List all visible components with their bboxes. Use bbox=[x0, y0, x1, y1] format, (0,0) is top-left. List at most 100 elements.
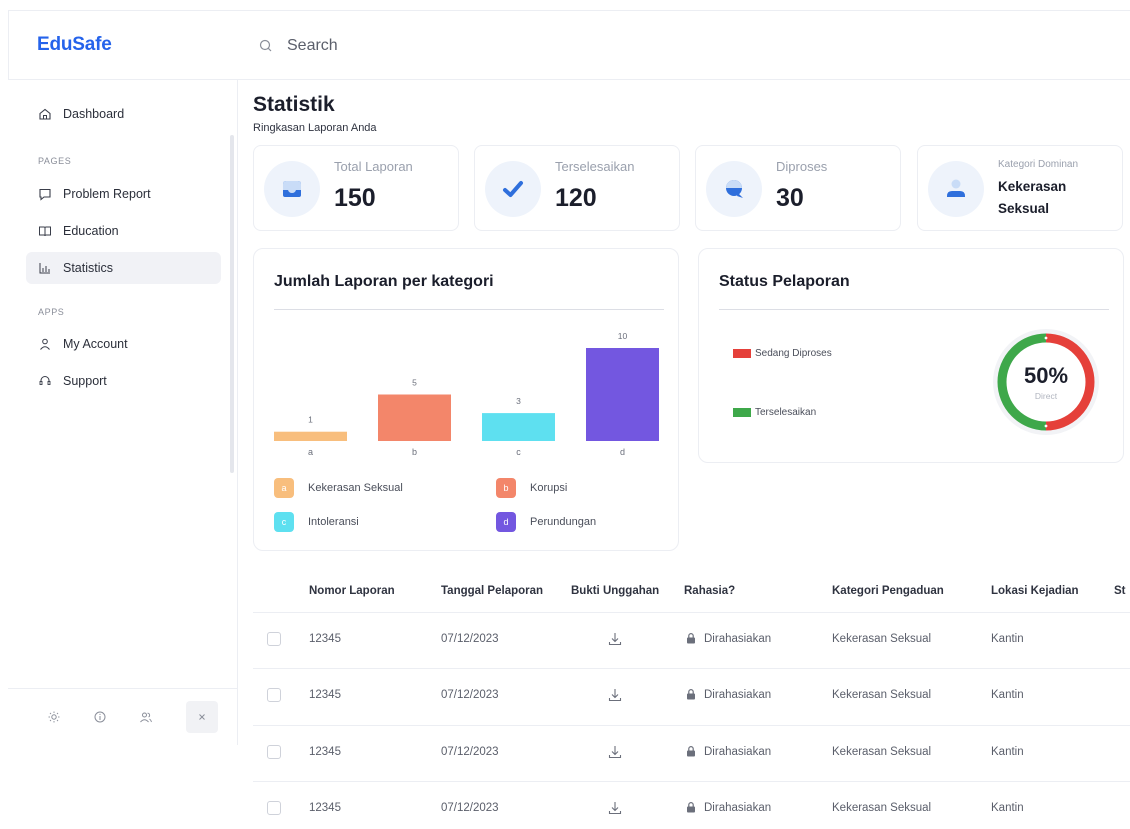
stat-value: 150 bbox=[334, 184, 376, 212]
legend-label: Sedang Diproses bbox=[755, 348, 832, 359]
check-icon bbox=[503, 181, 523, 197]
legend-key: b bbox=[503, 483, 509, 493]
legend-key: a bbox=[281, 483, 287, 493]
row-checkbox[interactable] bbox=[267, 801, 281, 815]
section-heading-apps: APPS bbox=[38, 307, 65, 317]
page-subtitle: Ringkasan Laporan Anda bbox=[253, 122, 377, 134]
legend-label: Terselesaikan bbox=[755, 407, 817, 418]
cell-kategori: Kekerasan Seksual bbox=[832, 633, 932, 645]
bar-value-label: 10 bbox=[618, 331, 628, 341]
cell-tanggal: 07/12/2023 bbox=[441, 633, 499, 645]
column-header[interactable]: Bukti Unggahan bbox=[571, 585, 659, 597]
search-bar[interactable] bbox=[249, 31, 669, 61]
cell-rahasia: Dirahasiakan bbox=[704, 689, 772, 701]
download-icon[interactable] bbox=[607, 800, 623, 816]
stat-value: Kekerasan Seksual bbox=[998, 179, 1067, 216]
chat-bubble-icon bbox=[726, 180, 743, 198]
sidebar-item-my-account[interactable]: My Account bbox=[26, 328, 221, 360]
stat-icon-wrap bbox=[928, 161, 984, 217]
column-header[interactable]: Lokasi Kejadian bbox=[991, 585, 1079, 597]
bar-c[interactable] bbox=[482, 413, 555, 441]
sidebar-scrollbar[interactable] bbox=[230, 135, 234, 473]
stat-card-completed: Terselesaikan 120 bbox=[474, 145, 680, 231]
chart-icon bbox=[39, 263, 50, 274]
legend-item-completed: Terselesaikan bbox=[733, 407, 816, 418]
sidebar-item-label: Dashboard bbox=[63, 107, 125, 121]
cell-lokasi: Kantin bbox=[991, 802, 1024, 814]
legend-item-b: b Korupsi bbox=[496, 478, 567, 498]
sidebar-item-dashboard[interactable]: Dashboard bbox=[26, 98, 221, 130]
donut-caption: Direct bbox=[1034, 391, 1058, 401]
table-row[interactable]: 12345 07/12/2023 Dirahasiakan Kekerasan … bbox=[253, 612, 1130, 668]
row-checkbox[interactable] bbox=[267, 745, 281, 759]
donut-marker bbox=[1044, 336, 1048, 340]
column-header[interactable]: Kategori Pengaduan bbox=[832, 585, 944, 597]
stat-label: Total Laporan bbox=[334, 159, 413, 174]
legend-swatch: d bbox=[496, 512, 516, 532]
bar-category-label: c bbox=[516, 447, 521, 457]
stat-label: Terselesaikan bbox=[555, 159, 635, 174]
info-button[interactable] bbox=[88, 705, 112, 729]
legend-label: Perundungan bbox=[530, 516, 597, 528]
theme-toggle-button[interactable] bbox=[42, 705, 66, 729]
sidebar-item-label: Statistics bbox=[63, 261, 114, 275]
cell-lokasi: Kantin bbox=[991, 689, 1024, 701]
legend-item-a: a Kekerasan Seksual bbox=[274, 478, 403, 498]
donut-value: 50% bbox=[1023, 363, 1069, 388]
cell-kategori: Kekerasan Seksual bbox=[832, 802, 932, 814]
legend-key: c bbox=[281, 517, 287, 527]
download-icon[interactable] bbox=[607, 744, 623, 760]
top-bar: EduSafe bbox=[8, 10, 1130, 80]
legend-label: Kekerasan Seksual bbox=[308, 482, 403, 494]
column-header[interactable]: Rahasia? bbox=[684, 585, 735, 597]
lock-icon bbox=[687, 746, 695, 757]
page-title: Statistik bbox=[253, 93, 335, 116]
sidebar-item-label: Support bbox=[63, 374, 107, 388]
table-row[interactable]: 12345 07/12/2023 Dirahasiakan Kekerasan … bbox=[253, 668, 1130, 724]
sidebar-item-support[interactable]: Support bbox=[26, 365, 221, 397]
brand-logo[interactable]: EduSafe bbox=[37, 34, 112, 56]
legend-swatch: b bbox=[496, 478, 516, 498]
sidebar-item-education[interactable]: Education bbox=[26, 215, 221, 247]
column-header[interactable]: St bbox=[1114, 585, 1126, 597]
close-sidebar-button[interactable] bbox=[186, 701, 218, 733]
cell-lokasi: Kantin bbox=[991, 633, 1024, 645]
legend-swatch: a bbox=[274, 478, 294, 498]
users-button[interactable] bbox=[134, 705, 158, 729]
column-header[interactable]: Nomor Laporan bbox=[309, 585, 395, 597]
lock-icon bbox=[687, 802, 695, 813]
table-row[interactable]: 12345 07/12/2023 Dirahasiakan Kekerasan … bbox=[253, 781, 1130, 829]
sidebar-item-label: Problem Report bbox=[63, 187, 151, 201]
stat-card-dominant-category: Kategori Dominan Kekerasan Seksual bbox=[917, 145, 1123, 231]
stat-value: 30 bbox=[776, 184, 804, 212]
cell-rahasia: Dirahasiakan bbox=[704, 802, 772, 814]
cell-kategori: Kekerasan Seksual bbox=[832, 689, 932, 701]
home-icon bbox=[39, 108, 51, 120]
row-checkbox[interactable] bbox=[267, 632, 281, 646]
stat-card-total: Total Laporan 150 bbox=[253, 145, 459, 231]
donut-marker bbox=[1044, 424, 1048, 428]
status-title: Status Pelaporan bbox=[719, 273, 850, 290]
download-icon[interactable] bbox=[607, 631, 623, 647]
bar-category-label: d bbox=[620, 447, 625, 457]
sidebar-item-problem-report[interactable]: Problem Report bbox=[26, 178, 221, 210]
book-icon bbox=[39, 226, 51, 237]
sidebar-footer bbox=[8, 688, 238, 745]
close-icon bbox=[199, 714, 205, 720]
info-icon bbox=[94, 711, 106, 723]
search-input[interactable] bbox=[287, 37, 647, 55]
column-header[interactable]: Tanggal Pelaporan bbox=[441, 585, 543, 597]
sidebar-item-statistics[interactable]: Statistics bbox=[26, 252, 221, 284]
bar-b[interactable] bbox=[378, 394, 451, 442]
cell-tanggal: 07/12/2023 bbox=[441, 746, 499, 758]
sidebar-item-label: My Account bbox=[63, 337, 128, 351]
bar-d[interactable] bbox=[586, 348, 659, 441]
legend-item-d: d Perundungan bbox=[496, 512, 596, 532]
legend-label: Korupsi bbox=[530, 482, 568, 494]
bar-a[interactable] bbox=[274, 431, 347, 441]
download-icon[interactable] bbox=[607, 687, 623, 703]
support-icon bbox=[39, 376, 51, 385]
table-row[interactable]: 12345 07/12/2023 Dirahasiakan Kekerasan … bbox=[253, 725, 1130, 781]
row-checkbox[interactable] bbox=[267, 688, 281, 702]
cell-kategori: Kekerasan Seksual bbox=[832, 746, 932, 758]
